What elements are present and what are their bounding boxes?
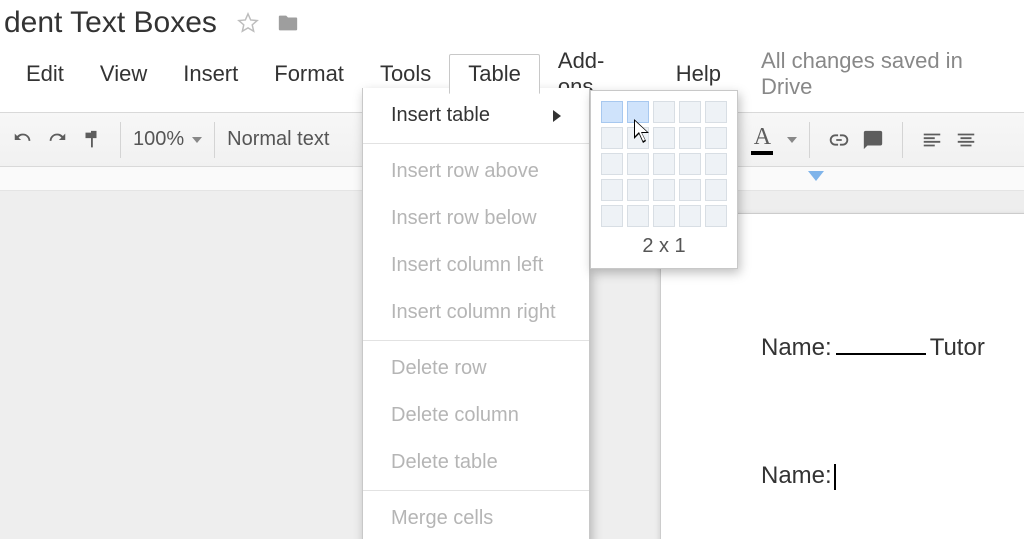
doc-line1-name: Name:	[761, 334, 832, 362]
grid-picker-cell[interactable]	[705, 127, 727, 149]
menu-insert-row-above: Insert row above	[363, 148, 589, 195]
text-color-button[interactable]: A	[745, 122, 779, 158]
doc-line2-name: Name:	[761, 462, 832, 489]
grid-picker-cell[interactable]	[601, 179, 623, 201]
insert-link-button[interactable]	[822, 122, 856, 158]
menu-format[interactable]: Format	[256, 55, 362, 93]
folder-icon[interactable]	[275, 10, 301, 36]
menu-merge-cells: Merge cells	[363, 495, 589, 539]
grid-picker-cell[interactable]	[705, 153, 727, 175]
table-dropdown-menu: Insert table Insert row above Insert row…	[362, 88, 590, 539]
grid-picker-grid[interactable]	[601, 101, 727, 227]
grid-picker-cell[interactable]	[601, 205, 623, 227]
grid-picker-cell[interactable]	[601, 153, 623, 175]
grid-picker-cell[interactable]	[627, 153, 649, 175]
grid-picker-cell[interactable]	[653, 179, 675, 201]
grid-picker-cell[interactable]	[705, 101, 727, 123]
table-grid-picker[interactable]: 2 x 1	[590, 90, 738, 269]
document-title[interactable]: dent Text Boxes	[4, 6, 217, 40]
toolbar-separator	[120, 122, 121, 158]
grid-picker-cell[interactable]	[601, 101, 623, 123]
menu-delete-col: Delete column	[363, 392, 589, 439]
grid-picker-cell[interactable]	[705, 205, 727, 227]
grid-picker-cell[interactable]	[679, 127, 701, 149]
text-color-icon: A	[751, 125, 773, 155]
menu-view[interactable]: View	[82, 55, 165, 93]
chevron-down-icon	[787, 137, 797, 143]
doc-line1-tutor: Tutor	[930, 334, 985, 362]
grid-picker-cell[interactable]	[653, 205, 675, 227]
menu-insert-row-below: Insert row below	[363, 195, 589, 242]
menu-separator	[363, 490, 589, 491]
menu-insert-table[interactable]: Insert table	[363, 92, 589, 139]
menu-delete-table: Delete table	[363, 439, 589, 486]
grid-picker-label: 2 x 1	[601, 227, 727, 258]
title-bar: dent Text Boxes	[0, 0, 1024, 42]
toolbar-separator	[214, 122, 215, 158]
menu-insert-table-label: Insert table	[391, 104, 490, 127]
indent-marker-icon[interactable]	[808, 171, 824, 181]
chevron-right-icon	[553, 110, 561, 122]
text-color-caret[interactable]	[779, 122, 797, 158]
menu-edit[interactable]: Edit	[8, 55, 82, 93]
grid-picker-cell[interactable]	[627, 179, 649, 201]
save-status: All changes saved in Drive	[761, 48, 1020, 100]
grid-picker-cell[interactable]	[705, 179, 727, 201]
grid-picker-cell[interactable]	[653, 127, 675, 149]
text-caret	[834, 464, 836, 490]
grid-picker-cell[interactable]	[653, 153, 675, 175]
grid-picker-cell[interactable]	[679, 205, 701, 227]
menu-insert[interactable]: Insert	[165, 55, 256, 93]
menu-insert-col-left: Insert column left	[363, 242, 589, 289]
undo-button[interactable]	[6, 122, 40, 158]
paint-format-button[interactable]	[74, 122, 108, 158]
grid-picker-cell[interactable]	[679, 101, 701, 123]
redo-button[interactable]	[40, 122, 74, 158]
align-left-button[interactable]	[915, 122, 949, 158]
doc-line-1: Name: Tutor	[761, 334, 1024, 362]
grid-picker-cell[interactable]	[627, 101, 649, 123]
zoom-select[interactable]: 100%	[133, 128, 202, 151]
blank-underline	[836, 353, 926, 355]
grid-picker-cell[interactable]	[627, 205, 649, 227]
grid-picker-cell[interactable]	[653, 101, 675, 123]
menu-help[interactable]: Help	[658, 55, 739, 93]
doc-line-2: Name:	[761, 462, 1024, 490]
star-icon[interactable]	[235, 10, 261, 36]
toolbar-separator	[809, 122, 810, 158]
align-center-button[interactable]	[949, 122, 983, 158]
grid-picker-cell[interactable]	[679, 153, 701, 175]
menu-separator	[363, 340, 589, 341]
menu-table[interactable]: Table	[449, 54, 540, 94]
paragraph-style-select[interactable]: Normal text	[227, 128, 329, 151]
chevron-down-icon	[192, 137, 202, 143]
toolbar-separator	[902, 122, 903, 158]
insert-comment-button[interactable]	[856, 122, 890, 158]
paragraph-style-value: Normal text	[227, 128, 329, 151]
menu-delete-row: Delete row	[363, 345, 589, 392]
grid-picker-cell[interactable]	[679, 179, 701, 201]
menu-insert-col-right: Insert column right	[363, 289, 589, 336]
grid-picker-cell[interactable]	[601, 127, 623, 149]
menu-separator	[363, 143, 589, 144]
grid-picker-cell[interactable]	[627, 127, 649, 149]
zoom-value: 100%	[133, 128, 184, 151]
